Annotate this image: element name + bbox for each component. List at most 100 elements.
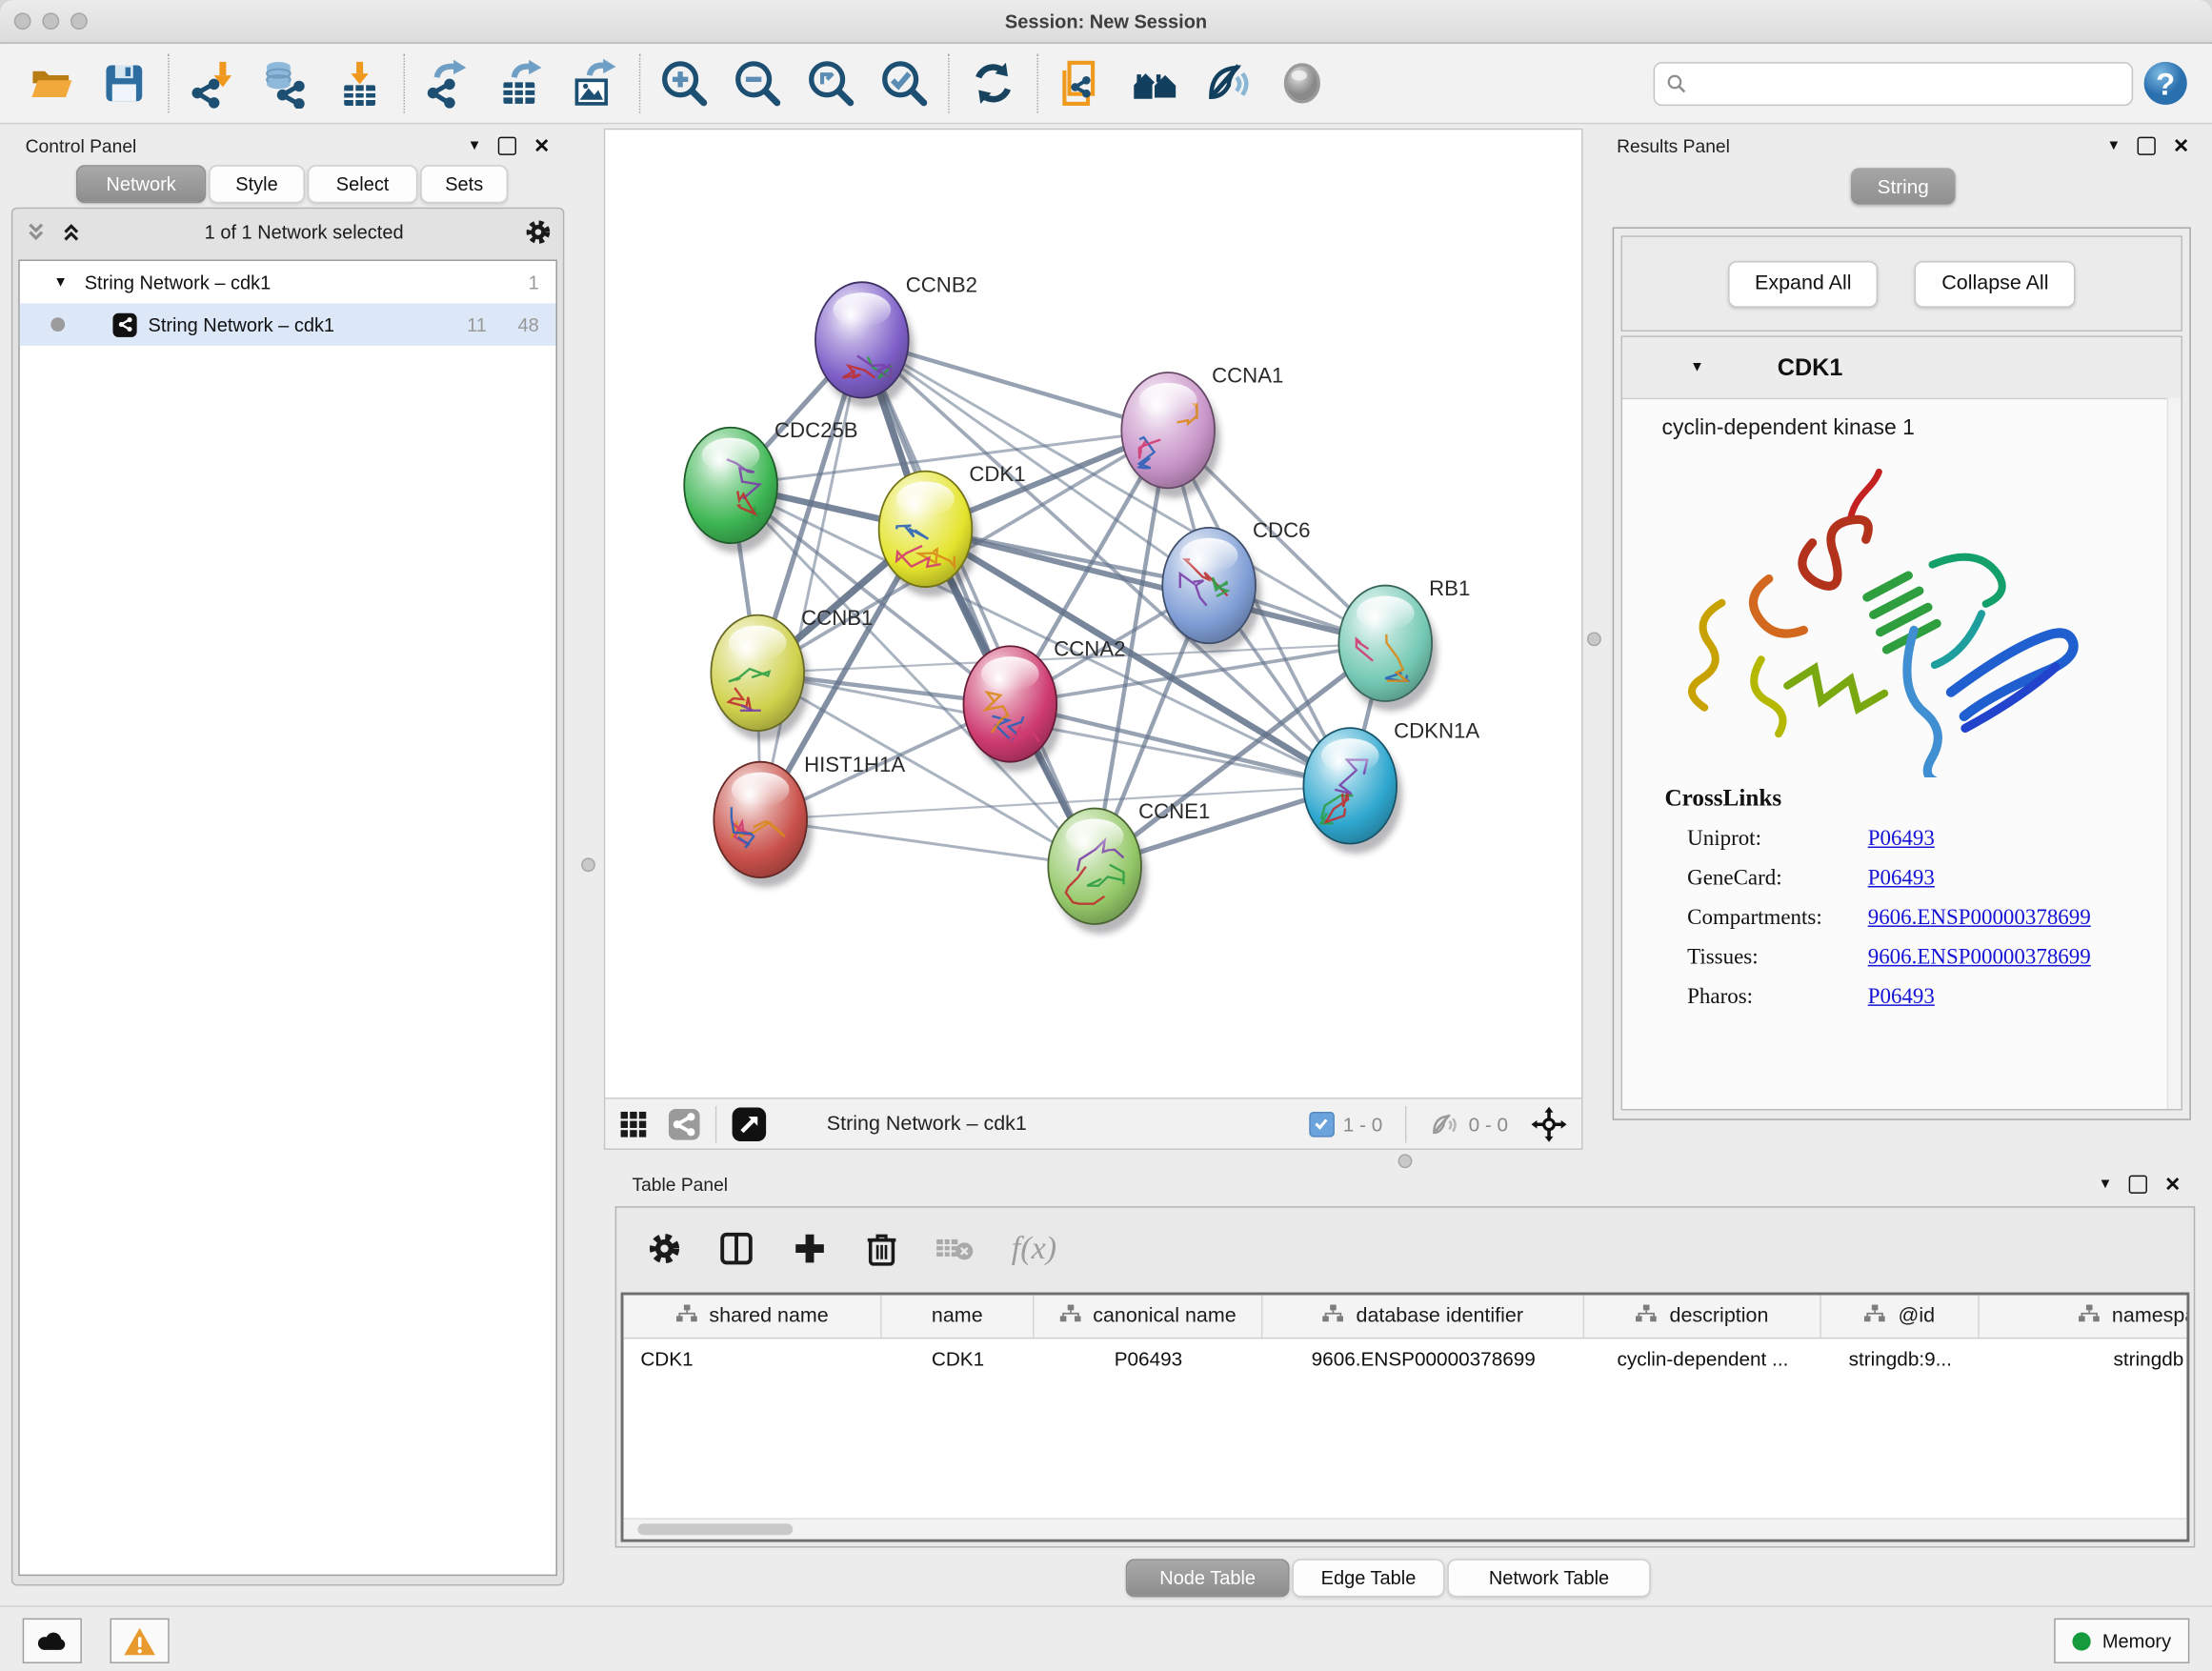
- zoom-selected-button[interactable]: [868, 52, 941, 114]
- float-panel-icon[interactable]: ▼: [2107, 137, 2122, 152]
- tab-network[interactable]: Network: [76, 165, 206, 203]
- expand-all-button[interactable]: Expand All: [1728, 260, 1879, 307]
- close-panel-icon[interactable]: ✕: [533, 135, 550, 155]
- tab-edge-table[interactable]: Edge Table: [1293, 1559, 1445, 1597]
- birdseye-view-icon[interactable]: [731, 1105, 768, 1142]
- network-node-RB1[interactable]: RB1: [1338, 576, 1470, 711]
- network-share-icon[interactable]: [667, 1107, 701, 1141]
- tab-style[interactable]: Style: [209, 165, 305, 203]
- collapse-all-button[interactable]: Collapse All: [1915, 260, 2075, 307]
- crosslink-value-link[interactable]: 9606.ENSP00000378699: [1868, 906, 2091, 932]
- delete-column-icon[interactable]: [865, 1230, 899, 1267]
- table-cell[interactable]: CDK1: [624, 1339, 882, 1378]
- network-edge[interactable]: [760, 340, 862, 820]
- open-session-button[interactable]: [14, 52, 88, 114]
- results-scrollbar[interactable]: [2167, 398, 2182, 1109]
- network-node-CCNB1[interactable]: CCNB1: [711, 606, 873, 740]
- network-node-CCNA1[interactable]: CCNA1: [1121, 363, 1283, 497]
- warnings-button[interactable]: [111, 1619, 170, 1663]
- column-header-shared-name[interactable]: shared name: [624, 1295, 882, 1337]
- import-network-button[interactable]: [176, 52, 250, 114]
- column-header-canonical-name[interactable]: canonical name: [1034, 1295, 1262, 1337]
- import-database-button[interactable]: [250, 52, 323, 114]
- column-header-description[interactable]: description: [1584, 1295, 1821, 1337]
- save-session-button[interactable]: [88, 52, 161, 114]
- network-row-selected[interactable]: String Network – cdk1 11 48: [20, 303, 556, 345]
- column-header-database-identifier[interactable]: database identifier: [1262, 1295, 1584, 1337]
- column-header--id[interactable]: @id: [1821, 1295, 1980, 1337]
- column-header-namespace[interactable]: namespace: [1980, 1295, 2190, 1337]
- export-table-button[interactable]: [485, 52, 558, 114]
- table-cell[interactable]: P06493: [1034, 1339, 1262, 1378]
- search-field[interactable]: [1654, 61, 2134, 105]
- copy-share-button[interactable]: [1045, 52, 1118, 114]
- refresh-button[interactable]: [956, 52, 1030, 114]
- network-node-HIST1H1A[interactable]: HIST1H1A: [714, 753, 905, 887]
- tab-string[interactable]: String: [1851, 168, 1956, 205]
- collapse-all-chevron-icon[interactable]: [24, 219, 48, 243]
- zoom-in-button[interactable]: [648, 52, 721, 114]
- network-node-CCNB2[interactable]: CCNB2: [815, 273, 977, 408]
- network-node-CCNA2[interactable]: CCNA2: [963, 637, 1125, 772]
- protein-name: CDK1: [1778, 353, 1843, 382]
- right-splitter-handle[interactable]: [1587, 632, 1601, 646]
- table-options-gear-icon[interactable]: [648, 1232, 682, 1266]
- network-options-gear-icon[interactable]: [525, 218, 552, 245]
- network-collection-row[interactable]: ▼ String Network – cdk1 1: [20, 261, 556, 303]
- zoom-out-button[interactable]: [721, 52, 794, 114]
- network-canvas[interactable]: CCNB2CCNA1CDC25BCDK1CDC6RB1CCNB1CCNA2CDK…: [604, 129, 1583, 1099]
- crosslink-value-link[interactable]: P06493: [1868, 827, 1935, 853]
- export-image-button[interactable]: [558, 52, 632, 114]
- network-graph[interactable]: CCNB2CCNA1CDC25BCDK1CDC6RB1CCNB1CCNA2CDK…: [605, 130, 1581, 1097]
- network-node-CDKN1A[interactable]: CDKN1A: [1303, 719, 1479, 854]
- maximize-panel-icon[interactable]: [498, 136, 516, 154]
- add-column-icon[interactable]: [792, 1230, 829, 1267]
- close-panel-icon[interactable]: ✕: [2164, 1174, 2181, 1194]
- table-cell[interactable]: cyclin-dependent ...: [1584, 1339, 1821, 1378]
- column-header-name[interactable]: name: [882, 1295, 1035, 1337]
- tab-select[interactable]: Select: [308, 165, 418, 203]
- float-panel-icon[interactable]: ▼: [2099, 1176, 2113, 1191]
- close-panel-icon[interactable]: ✕: [2173, 135, 2189, 155]
- help-button[interactable]: ?: [2133, 52, 2198, 114]
- search-input[interactable]: [1687, 71, 2131, 95]
- tab-node-table[interactable]: Node Table: [1126, 1559, 1290, 1597]
- tab-network-table[interactable]: Network Table: [1447, 1559, 1650, 1597]
- table-cell[interactable]: stringdb:9...: [1821, 1339, 1980, 1378]
- control-panel: Control Panel ▼ ✕ Network Style Select S…: [11, 129, 565, 1586]
- table-cell[interactable]: stringdb: [1980, 1339, 2190, 1378]
- left-splitter-handle[interactable]: [581, 857, 595, 872]
- crosslink-value-link[interactable]: P06493: [1868, 985, 1935, 1011]
- crosslink-value-link[interactable]: 9606.ENSP00000378699: [1868, 945, 2091, 971]
- node-table[interactable]: shared namenamecanonical namedatabase id…: [621, 1293, 2190, 1542]
- tab-sets[interactable]: Sets: [420, 165, 508, 203]
- crosslink-value-link[interactable]: P06493: [1868, 866, 1935, 892]
- expand-all-chevron-icon[interactable]: [59, 219, 83, 243]
- protein-section-header[interactable]: ▼ CDK1: [1622, 337, 2181, 399]
- maximize-panel-icon[interactable]: [2138, 136, 2156, 154]
- show-columns-icon[interactable]: [718, 1230, 755, 1267]
- network-edge[interactable]: [862, 340, 1095, 866]
- home-networks-button[interactable]: [1118, 52, 1192, 114]
- show-hide-button[interactable]: [1192, 52, 1265, 114]
- float-panel-icon[interactable]: ▼: [468, 137, 482, 152]
- import-table-button[interactable]: [323, 52, 396, 114]
- fit-selected-crosshair-icon[interactable]: [1531, 1105, 1568, 1142]
- export-network-button[interactable]: [412, 52, 485, 114]
- grid-view-icon[interactable]: [619, 1110, 648, 1138]
- table-row[interactable]: CDK1CDK1P064939606.ENSP00000378699cyclin…: [624, 1339, 2187, 1378]
- scrollbar-thumb[interactable]: [637, 1523, 793, 1535]
- network-current-dot: [50, 317, 65, 332]
- preview-eye-button[interactable]: [1265, 52, 1338, 114]
- network-node-CCNE1[interactable]: CCNE1: [1048, 799, 1210, 934]
- cloud-status-button[interactable]: [23, 1619, 82, 1663]
- table-horizontal-scrollbar[interactable]: [624, 1518, 2187, 1539]
- selected-nodes-checkbox[interactable]: [1309, 1111, 1335, 1137]
- maximize-panel-icon[interactable]: [2129, 1175, 2147, 1193]
- collection-expand-icon[interactable]: ▼: [53, 274, 68, 290]
- table-cell[interactable]: 9606.ENSP00000378699: [1262, 1339, 1584, 1378]
- section-collapse-icon[interactable]: ▼: [1690, 360, 1704, 375]
- table-cell[interactable]: CDK1: [882, 1339, 1035, 1378]
- memory-button[interactable]: Memory: [2055, 1619, 2190, 1663]
- zoom-fit-button[interactable]: [794, 52, 868, 114]
